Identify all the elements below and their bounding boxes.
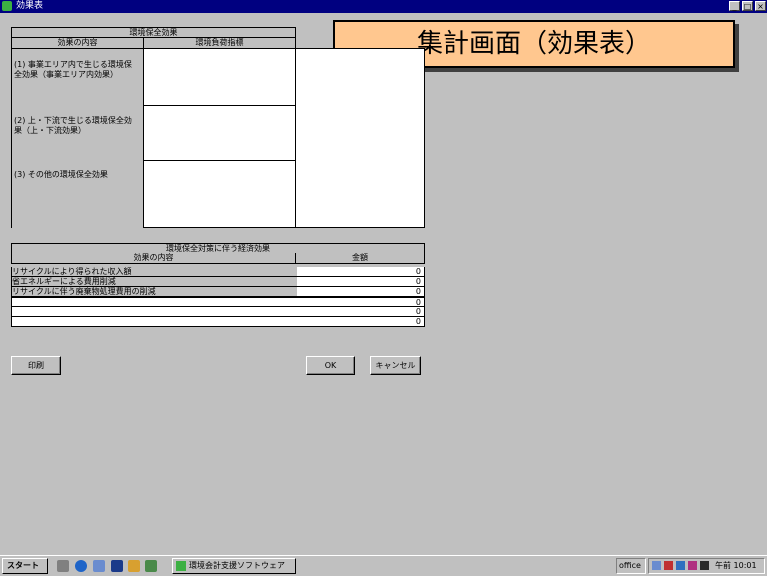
- table-row: リサイクルに伴う廃棄物処理費用の削減 0: [11, 287, 425, 297]
- tray-icon[interactable]: [700, 561, 709, 570]
- channel-icon[interactable]: [111, 560, 123, 572]
- table-row: 0: [11, 317, 425, 327]
- start-button[interactable]: スタート: [2, 558, 48, 574]
- tray-icon[interactable]: [664, 561, 673, 570]
- env-indicator-input[interactable]: [143, 48, 296, 106]
- table-row: 0: [11, 297, 425, 307]
- window-title: 効果表: [16, 1, 44, 11]
- task-app-icon: [176, 561, 186, 571]
- clock: 午前 10:01: [715, 561, 757, 570]
- outlook-icon[interactable]: [93, 560, 105, 572]
- econ-row-value[interactable]: 0: [416, 317, 421, 326]
- app-shortcut-icon[interactable]: [145, 560, 157, 572]
- title-bar: 効果表 _ □ ×: [0, 0, 767, 13]
- env-row-label: (1) 事業エリア内で生じる環境保全効果（事業エリア内効果）: [14, 60, 132, 79]
- econ-row-value[interactable]: 0: [416, 267, 421, 276]
- close-button[interactable]: ×: [755, 1, 766, 11]
- taskbar: スタート 環境会計支援ソフトウェア office 午前 10:01: [0, 555, 767, 576]
- env-row-label: (2) 上・下流で生じる環境保全効果（上・下流効果）: [14, 116, 132, 135]
- maximize-button[interactable]: □: [742, 1, 753, 11]
- tray-icon[interactable]: [676, 561, 685, 570]
- econ-row-value[interactable]: 0: [416, 287, 421, 296]
- cancel-button[interactable]: キャンセル: [370, 356, 421, 375]
- env-row-label: (3) その他の環境保全効果: [14, 170, 108, 179]
- env-header-spacer: [295, 27, 425, 49]
- econ-row-name: リサイクルにより得られた収入額: [12, 267, 297, 276]
- env-indicator-input[interactable]: [143, 160, 296, 228]
- table-row: リサイクルにより得られた収入額 0: [11, 267, 425, 277]
- econ-col-content: 効果の内容: [11, 253, 296, 264]
- minimize-button[interactable]: _: [729, 1, 740, 11]
- tray-icon[interactable]: [688, 561, 697, 570]
- office-label: office: [619, 561, 641, 570]
- econ-row-name: 省エネルギーによる費用削減: [12, 277, 297, 286]
- system-tray: 午前 10:01: [648, 558, 765, 574]
- task-label: 環境会計支援ソフトウェア: [189, 561, 285, 570]
- browser-icon[interactable]: [75, 560, 87, 572]
- print-button[interactable]: 印刷: [11, 356, 61, 375]
- office-tray[interactable]: office: [616, 558, 646, 574]
- econ-row-value[interactable]: 0: [416, 307, 421, 316]
- tray-icon[interactable]: [652, 561, 661, 570]
- start-label: スタート: [7, 561, 39, 570]
- econ-row-value[interactable]: 0: [416, 298, 421, 307]
- env-value-area[interactable]: [295, 48, 425, 228]
- econ-col-amount: 金額: [295, 253, 425, 264]
- app-icon: [2, 1, 12, 11]
- econ-row-value[interactable]: 0: [416, 277, 421, 286]
- media-icon[interactable]: [128, 560, 140, 572]
- table-row: 省エネルギーによる費用削減 0: [11, 277, 425, 287]
- table-row: 0: [11, 307, 425, 317]
- env-indicator-input[interactable]: [143, 105, 296, 161]
- ok-button[interactable]: OK: [306, 356, 355, 375]
- taskbar-task[interactable]: 環境会計支援ソフトウェア: [172, 558, 296, 574]
- desktop-icon[interactable]: [57, 560, 69, 572]
- econ-row-name: リサイクルに伴う廃棄物処理費用の削減: [12, 287, 297, 296]
